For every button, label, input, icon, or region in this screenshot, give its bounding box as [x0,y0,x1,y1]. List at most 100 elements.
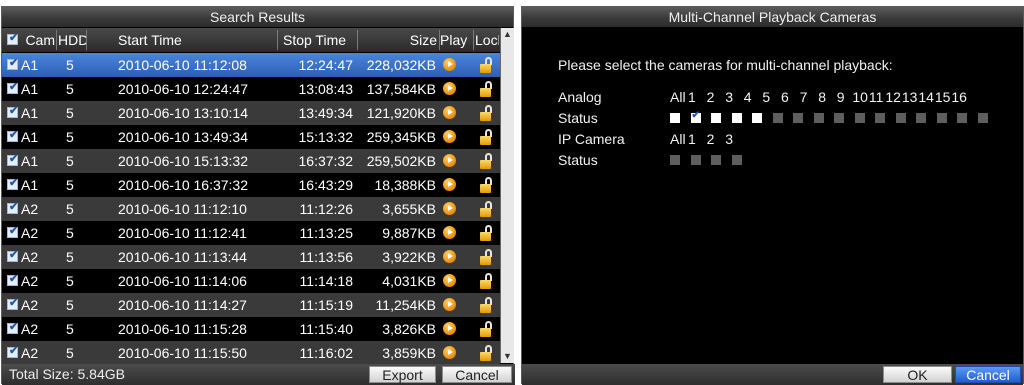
play-icon[interactable] [443,346,456,359]
analog-channel-10[interactable]: 10 [852,89,868,105]
table-row[interactable]: ✔ A2 5 2010-06-10 11:15:28 11:15:40 3,826KB [2,317,500,341]
unlock-icon[interactable] [480,105,494,121]
row-checkbox[interactable]: ✔ [7,297,18,310]
unlock-icon[interactable] [480,57,494,73]
analog-channel-4[interactable]: 4 [744,89,752,105]
unlock-icon[interactable] [480,249,494,265]
table-row[interactable]: ✔ A2 5 2010-06-10 11:15:50 11:16:02 3,859KB [2,341,500,365]
unlock-icon[interactable] [480,297,494,313]
analog-status-checkbox[interactable] [690,110,701,123]
play-icon[interactable] [443,178,456,191]
table-row[interactable]: ✔ A1 5 2010-06-10 13:10:14 13:49:34 121,920KB [2,101,500,125]
table-row[interactable]: ✔ A2 5 2010-06-10 11:14:27 11:15:19 11,254KB [2,293,500,317]
table-scrollbar[interactable]: ▲ ▼ [500,28,514,363]
play-icon[interactable] [443,322,456,335]
row-checkbox[interactable]: ✔ [7,321,18,334]
col-size[interactable]: Size [362,28,437,52]
analog-channel-8[interactable]: 8 [818,89,826,105]
play-icon[interactable] [443,226,456,239]
cell-stop-time: 11:15:19 [299,297,353,313]
unlock-icon[interactable] [480,225,494,241]
row-checkbox[interactable]: ✔ [7,249,18,262]
select-all-checkbox[interactable]: ✔ [7,32,18,45]
play-icon[interactable] [443,250,456,263]
ip-channel-2[interactable]: 2 [707,131,715,147]
analog-channel-15[interactable]: 15 [935,89,951,105]
analog-channel-14[interactable]: 14 [918,89,934,105]
row-checkbox[interactable]: ✔ [7,105,18,118]
analog-channel-9[interactable]: 9 [837,89,845,105]
table-row[interactable]: ✔ A2 5 2010-06-10 11:12:10 11:12:26 3,655KB [2,197,500,221]
scroll-down-icon[interactable]: ▼ [503,352,512,361]
play-icon[interactable] [443,130,456,143]
unlock-icon[interactable] [480,129,494,145]
row-checkbox[interactable]: ✔ [7,201,18,214]
analog-status-checkbox[interactable] [670,113,680,123]
analog-channel-16[interactable]: 16 [951,89,967,105]
row-checkbox[interactable]: ✔ [7,153,18,166]
scroll-up-icon[interactable]: ▲ [503,30,512,39]
play-icon[interactable] [443,106,456,119]
table-row[interactable]: ✔ A1 5 2010-06-10 12:24:47 13:08:43 137,584KB [2,77,500,101]
table-row[interactable]: ✔ A2 5 2010-06-10 11:12:41 11:13:25 9,887KB [2,221,500,245]
row-checkbox[interactable]: ✔ [7,129,18,142]
play-icon[interactable] [443,154,456,167]
unlock-icon[interactable] [480,273,494,289]
unlock-icon[interactable] [480,177,494,193]
export-button[interactable]: Export [369,366,436,383]
analog-channel-7[interactable]: 7 [800,89,808,105]
analog-channel-12[interactable]: 12 [885,89,901,105]
play-icon[interactable] [443,202,456,215]
play-icon[interactable] [443,82,456,95]
cell-size: 3,826KB [382,321,436,337]
row-checkbox[interactable]: ✔ [7,177,18,190]
table-row[interactable]: ✔ A1 5 2010-06-10 11:12:08 12:24:47 228,032KB [2,53,500,77]
col-cam[interactable]: Cam [25,28,55,52]
cell-start-time: 2010-06-10 11:12:08 [118,57,247,73]
col-start-time[interactable]: Start Time [118,28,268,52]
ip-all-option[interactable]: All [670,131,686,147]
col-stop-time[interactable]: Stop Time [283,28,353,52]
row-checkbox[interactable]: ✔ [7,57,18,70]
col-play[interactable]: Play [440,28,473,52]
analog-channel-13[interactable]: 13 [902,89,918,105]
unlock-icon[interactable] [480,201,494,217]
unlock-icon[interactable] [480,81,494,97]
play-icon[interactable] [443,58,456,71]
multi-channel-playback-dialog: Multi-Channel Playback Cameras Please se… [521,6,1024,385]
table-row[interactable]: ✔ A1 5 2010-06-10 16:37:32 16:43:29 18,388KB [2,173,500,197]
cancel-button[interactable]: Cancel [442,366,512,383]
ip-channel-1[interactable]: 1 [688,131,696,147]
row-checkbox[interactable]: ✔ [7,225,18,238]
row-checkbox[interactable]: ✔ [7,345,18,358]
analog-channel-5[interactable]: 5 [762,89,770,105]
col-lock[interactable]: Lock [475,28,499,52]
table-row[interactable]: ✔ A2 5 2010-06-10 11:14:06 11:14:18 4,031KB [2,269,500,293]
col-hdd[interactable]: HDD [58,28,86,52]
analog-status-checkbox[interactable] [731,113,742,123]
analog-status-checkbox[interactable] [711,113,721,123]
analog-all-option[interactable]: All [670,89,686,105]
analog-channel-3[interactable]: 3 [725,89,733,105]
analog-channel-1[interactable]: 1 [688,89,696,105]
analog-channel-6[interactable]: 6 [781,89,789,105]
unlock-icon[interactable] [480,345,494,361]
row-checkbox[interactable]: ✔ [7,81,18,94]
ip-channel-3[interactable]: 3 [725,131,733,147]
cell-cam: A1 [21,129,39,145]
unlock-icon[interactable] [480,153,494,169]
table-row[interactable]: ✔ A2 5 2010-06-10 11:13:44 11:13:56 3,922KB [2,245,500,269]
table-row[interactable]: ✔ A1 5 2010-06-10 15:13:32 16:37:32 259,502KB [2,149,500,173]
analog-channel-2[interactable]: 2 [707,89,715,105]
table-row[interactable]: ✔ A1 5 2010-06-10 13:49:34 15:13:32 259,345KB [2,125,500,149]
cell-size: 3,922KB [382,249,436,265]
unlock-icon[interactable] [480,321,494,337]
row-checkbox[interactable]: ✔ [7,273,18,286]
play-icon[interactable] [443,298,456,311]
ok-button[interactable]: OK [883,366,952,383]
play-icon[interactable] [443,274,456,287]
cell-size: 9,887KB [382,225,436,241]
analog-status-checkbox[interactable] [752,113,762,123]
analog-channel-11[interactable]: 11 [869,89,884,105]
cancel-button[interactable]: Cancel [955,366,1021,383]
